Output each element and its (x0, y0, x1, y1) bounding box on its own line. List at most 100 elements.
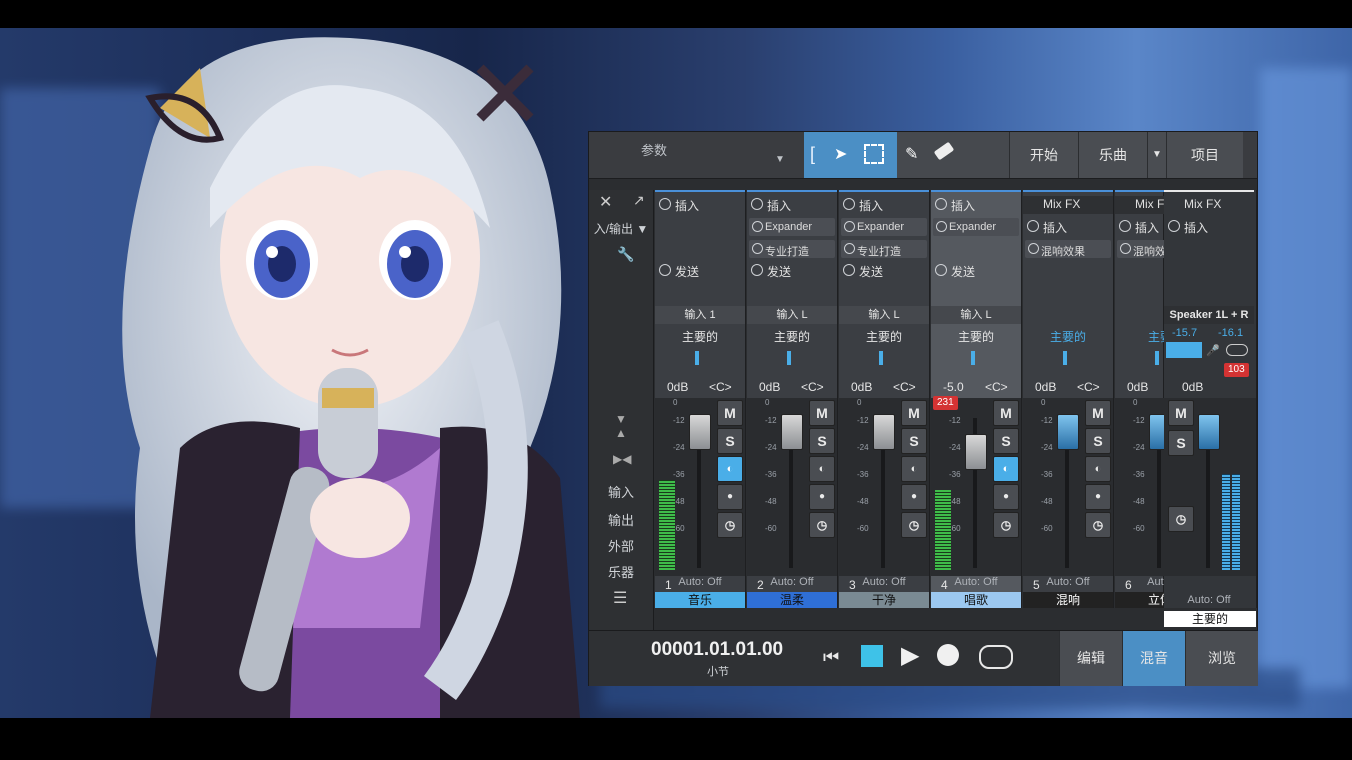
insert-row[interactable]: 插入 (931, 196, 1021, 214)
pan-indicator[interactable] (1063, 351, 1067, 365)
power-icon[interactable] (751, 198, 763, 210)
play-icon[interactable]: ▶ (901, 641, 919, 670)
volume-value[interactable]: 0dB (851, 378, 872, 396)
master-name[interactable]: 主要的 (1164, 611, 1256, 627)
channel-name[interactable]: 温柔 (747, 592, 837, 608)
solo-button[interactable]: S (809, 428, 835, 454)
wrench-icon[interactable]: 🔧 (617, 246, 634, 263)
pan-value[interactable]: <C> (801, 378, 824, 396)
plugin-slot[interactable]: Expander (841, 218, 927, 236)
power-icon[interactable] (935, 264, 947, 276)
insert-row[interactable]: 插入 (839, 196, 929, 214)
power-icon[interactable] (659, 198, 671, 210)
power-icon[interactable] (752, 221, 763, 232)
pan-value[interactable]: <C> (893, 378, 916, 396)
power-icon[interactable] (843, 264, 855, 276)
stop-icon[interactable] (861, 645, 883, 667)
solo-button[interactable]: S (1085, 428, 1111, 454)
volume-fader[interactable] (781, 414, 803, 450)
pan-indicator[interactable] (787, 351, 791, 365)
send-row[interactable]: 发送 (747, 262, 837, 280)
pan-indicator[interactable] (1155, 351, 1159, 365)
channel-name[interactable]: 混响 (1023, 592, 1113, 608)
start-button[interactable]: 开始 (1009, 132, 1078, 178)
power-icon[interactable] (751, 264, 763, 276)
range-tool-icon[interactable] (864, 144, 884, 164)
master-mixfx[interactable]: Mix FX (1164, 196, 1254, 214)
pan-value[interactable]: <C> (985, 378, 1008, 396)
power-icon[interactable] (935, 198, 947, 210)
monitor-icon[interactable]: ◐ (993, 456, 1019, 482)
volume-fader[interactable] (1057, 414, 1079, 450)
param-dropdown[interactable]: 参数 ▼ (589, 132, 804, 178)
master-solo-button[interactable]: S (1168, 430, 1194, 456)
input-label[interactable]: 输入 L (839, 306, 929, 324)
power-icon[interactable] (936, 221, 947, 232)
main-output-label[interactable]: 主要的 (1023, 328, 1113, 344)
volume-value[interactable]: 0dB (667, 378, 688, 396)
bracket-icon[interactable]: [ (810, 144, 815, 165)
rewind-icon[interactable]: ⏮ (823, 647, 839, 668)
insert-row[interactable]: 插入 (747, 196, 837, 214)
input-settings-icon[interactable]: ◷ (993, 512, 1019, 538)
mix-button[interactable]: 混音 (1122, 631, 1185, 686)
power-icon[interactable] (752, 243, 763, 254)
left-panel-input[interactable]: 输入 (589, 482, 653, 501)
power-icon[interactable] (1168, 220, 1180, 232)
main-output-label[interactable]: 主要的 (931, 328, 1021, 344)
pan-indicator[interactable] (695, 351, 699, 365)
song-button[interactable]: 乐曲 (1078, 132, 1147, 178)
eraser-icon[interactable] (933, 141, 955, 161)
mute-button[interactable]: M (717, 400, 743, 426)
input-label[interactable]: 输入 L (931, 306, 1021, 324)
stereo-button[interactable] (1166, 342, 1202, 358)
close-icon[interactable]: ✕ (599, 192, 612, 212)
master-fader[interactable] (1198, 414, 1220, 450)
input-settings-icon[interactable]: ◷ (901, 512, 927, 538)
volume-fader[interactable] (689, 414, 711, 450)
insert-row[interactable]: 插入 (1023, 218, 1113, 236)
song-dropdown-chevron-icon[interactable]: ▼ (1147, 132, 1166, 178)
volume-value[interactable]: -5.0 (943, 378, 964, 396)
arrow-tool-icon[interactable]: ➤ (834, 144, 847, 164)
pan-indicator[interactable] (971, 351, 975, 365)
master-monitor-icon[interactable]: ◷ (1168, 506, 1194, 532)
mute-button[interactable]: M (901, 400, 927, 426)
power-icon[interactable] (844, 221, 855, 232)
collapse-icon[interactable]: ▼ ▲ (615, 412, 627, 440)
main-output-label[interactable]: 主要的 (839, 328, 929, 344)
channel-name[interactable]: 干净 (839, 592, 929, 608)
channel-name[interactable]: 音乐 (655, 592, 745, 608)
record-arm-icon[interactable]: ● (717, 484, 743, 510)
pan-indicator[interactable] (879, 351, 883, 365)
input-label[interactable]: 输入 1 (655, 306, 745, 324)
send-row[interactable]: 发送 (655, 262, 745, 280)
automation-mode[interactable]: Auto: Off (931, 576, 1021, 588)
record-arm-icon[interactable]: ● (809, 484, 835, 510)
pencil-icon[interactable]: ✎ (905, 144, 918, 164)
toggle-icon[interactable] (1226, 344, 1248, 356)
io-dropdown[interactable]: 入/输出 ▼ (589, 220, 653, 237)
record-icon[interactable] (937, 644, 959, 666)
volume-fader[interactable] (873, 414, 895, 450)
loop-icon[interactable] (979, 645, 1013, 669)
plugin-slot[interactable]: 专业打造 (841, 240, 927, 258)
input-settings-icon[interactable]: ◷ (1085, 512, 1111, 538)
plugin-slot[interactable]: Expander (933, 218, 1019, 236)
master-auto[interactable]: Auto: Off (1164, 594, 1254, 606)
monitor-icon[interactable]: ◐ (1085, 456, 1111, 482)
project-button[interactable]: 项目 (1166, 132, 1243, 178)
narrow-icon[interactable]: ▶◀ (613, 452, 631, 466)
menu-icon[interactable]: ☰ (613, 588, 627, 608)
power-icon[interactable] (1028, 243, 1039, 254)
channel-name[interactable]: 唱歌 (931, 592, 1021, 608)
power-icon[interactable] (843, 198, 855, 210)
plugin-slot[interactable]: 专业打造 (749, 240, 835, 258)
master-mute-button[interactable]: M (1168, 400, 1194, 426)
volume-fader[interactable] (965, 434, 987, 470)
input-label[interactable]: 输入 L (747, 306, 837, 324)
mute-button[interactable]: M (809, 400, 835, 426)
automation-mode[interactable]: Auto: Off (839, 576, 929, 588)
browse-button[interactable]: 浏览 (1185, 631, 1258, 686)
power-icon[interactable] (1119, 220, 1131, 232)
